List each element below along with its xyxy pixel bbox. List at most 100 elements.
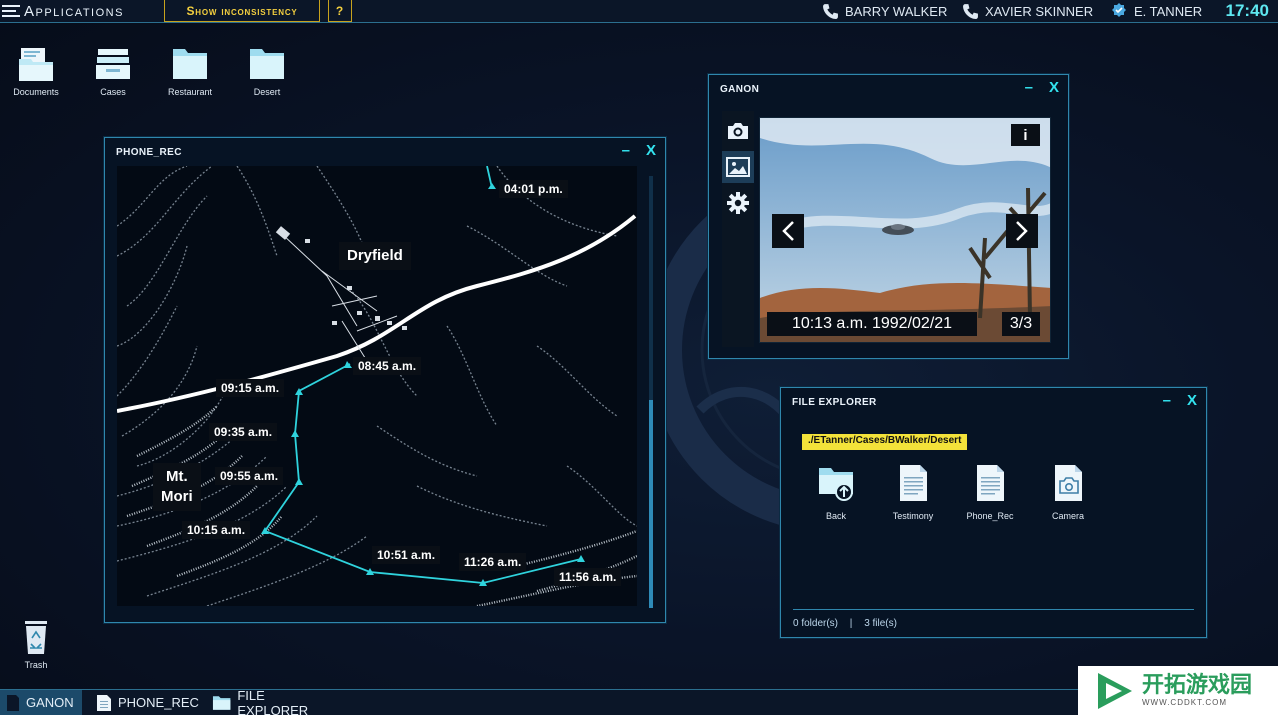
show-inconsistency-button[interactable]: Show inconsistency	[164, 0, 320, 22]
image-icon	[726, 157, 750, 177]
device-icon	[7, 694, 19, 711]
folder-icon	[212, 695, 231, 710]
explorer-status-bar: 0 folder(s) | 3 file(s)	[793, 609, 1194, 629]
phone-icon	[823, 3, 838, 19]
watermark: 开拓游戏园 WWW.CDDKT.COM	[1078, 666, 1278, 715]
phone-rec-window: PHONE_REC – X Dryfield Mt. Mori 04:01 p.…	[104, 137, 666, 623]
contact-name: BARRY WALKER	[845, 3, 948, 19]
contact-xavier-skinner[interactable]: XAVIER SKINNER	[962, 0, 1093, 22]
photo-viewer: i 10:13 a.m. 1992/02/21 3/3	[759, 117, 1051, 343]
document-icon	[900, 465, 927, 501]
close-button[interactable]: X	[1049, 79, 1059, 96]
desktop-icon-desert[interactable]: Desert	[232, 45, 302, 97]
photo-counter: 3/3	[1002, 312, 1040, 336]
back-folder-icon	[819, 468, 853, 501]
settings-tool-button[interactable]	[722, 187, 754, 219]
documents-icon	[19, 48, 53, 81]
place-label-line: Mori	[161, 488, 193, 505]
ganon-sidebar	[722, 111, 754, 347]
file-label: Camera	[1051, 511, 1084, 521]
chevron-left-icon	[782, 221, 794, 241]
window-title: PHONE_REC	[116, 146, 182, 158]
document-icon	[977, 465, 1004, 501]
status-separator: |	[849, 618, 853, 629]
verified-badge-icon	[1112, 3, 1126, 17]
watermark-logo-icon	[1098, 672, 1132, 709]
timestamp-label: 09:15 a.m.	[216, 379, 285, 397]
file-count: 3 file(s)	[864, 618, 897, 629]
applications-menu[interactable]: Applications	[0, 0, 124, 22]
previous-photo-button[interactable]	[772, 214, 804, 248]
desktop-icon-label: Documents	[13, 87, 59, 97]
close-button[interactable]: X	[1187, 392, 1197, 409]
place-label-mt-mori: Mt. Mori	[153, 463, 201, 511]
route-map	[117, 166, 637, 606]
taskbar-label: GANON	[26, 695, 74, 710]
file-item-phone-rec[interactable]: Phone_Rec	[957, 464, 1023, 521]
file-item-camera[interactable]: Camera	[1035, 464, 1101, 521]
next-photo-button[interactable]	[1006, 214, 1038, 248]
timestamp-label: 04:01 p.m.	[499, 180, 568, 198]
minimize-button[interactable]: –	[622, 142, 630, 159]
taskbar-label: PHONE_REC	[118, 695, 199, 710]
place-label-dryfield: Dryfield	[339, 242, 411, 270]
watermark-url: WWW.CDDKT.COM	[1142, 698, 1227, 707]
close-button[interactable]: X	[646, 142, 656, 159]
file-item-back[interactable]: Back	[803, 464, 869, 521]
desktop-icon-label: Trash	[24, 660, 48, 670]
timestamp-label: 09:55 a.m.	[215, 467, 284, 485]
top-bar: Applications Show inconsistency ? BARRY …	[0, 0, 1278, 23]
desktop-icon-trash[interactable]: Trash	[1, 618, 71, 670]
timestamp-label: 10:15 a.m.	[182, 521, 251, 539]
timestamp-label: 11:56 a.m.	[554, 568, 622, 586]
photo-timestamp: 10:13 a.m. 1992/02/21	[767, 312, 977, 336]
phone-icon	[963, 3, 978, 19]
desktop-icon-cases[interactable]: Cases	[78, 45, 148, 97]
file-label: Phone_Rec	[966, 511, 1014, 521]
scrollbar-thumb[interactable]	[649, 400, 653, 608]
folder-count: 0 folder(s)	[793, 618, 839, 629]
menu-icon	[2, 5, 20, 17]
taskbar-item-ganon[interactable]: GANON	[0, 690, 82, 715]
contact-barry-walker[interactable]: BARRY WALKER	[822, 0, 947, 22]
user-e-tanner[interactable]: E. TANNER	[1110, 0, 1202, 22]
trash-icon	[25, 621, 47, 654]
applications-label: Applications	[24, 2, 124, 20]
user-name: E. TANNER	[1134, 3, 1203, 19]
watermark-title: 开拓游戏园	[1142, 673, 1253, 698]
place-label-line: Mt.	[166, 468, 188, 485]
camera-tool-button[interactable]	[722, 115, 754, 147]
minimize-button[interactable]: –	[1163, 392, 1171, 409]
folder-icon	[250, 49, 284, 79]
file-explorer-window: FILE EXPLORER – X ./ETanner/Cases/BWalke…	[780, 387, 1207, 638]
file-item-testimony[interactable]: Testimony	[880, 464, 946, 521]
info-button[interactable]: i	[1011, 124, 1040, 146]
taskbar-label: FILE EXPLORER	[237, 687, 309, 715]
clock: 17:40	[1225, 1, 1269, 20]
timestamp-label: 10:51 a.m.	[372, 546, 441, 564]
gallery-tool-button[interactable]	[722, 151, 754, 183]
desktop-icon-label: Restaurant	[167, 87, 213, 97]
timestamp-label: 11:26 a.m.	[459, 553, 527, 571]
desktop-icon-restaurant[interactable]: Restaurant	[155, 45, 225, 97]
gear-icon	[727, 192, 749, 214]
document-icon	[97, 694, 111, 711]
contact-name: XAVIER SKINNER	[985, 3, 1094, 19]
cases-icon	[96, 49, 130, 79]
minimize-button[interactable]: –	[1025, 79, 1033, 96]
taskbar-item-file-explorer[interactable]: FILE EXPLORER	[206, 687, 336, 715]
timestamp-label: 09:35 a.m.	[209, 423, 278, 441]
desktop-icon-label: Desert	[253, 87, 281, 97]
camera-icon	[728, 123, 748, 139]
chevron-right-icon	[1016, 221, 1028, 241]
timestamp-label: 08:45 a.m.	[353, 357, 422, 375]
desktop-icon-label: Cases	[100, 87, 126, 97]
file-label: Back	[825, 511, 846, 521]
desktop-icon-documents[interactable]: Documents	[1, 45, 71, 97]
taskbar-item-phone-rec[interactable]: PHONE_REC	[90, 690, 202, 715]
camera-file-icon	[1055, 465, 1082, 501]
window-title: FILE EXPLORER	[792, 396, 877, 408]
file-label: Testimony	[892, 511, 934, 521]
path-breadcrumb: ./ETanner/Cases/BWalker/Desert	[802, 434, 968, 450]
help-button[interactable]: ?	[328, 0, 352, 22]
